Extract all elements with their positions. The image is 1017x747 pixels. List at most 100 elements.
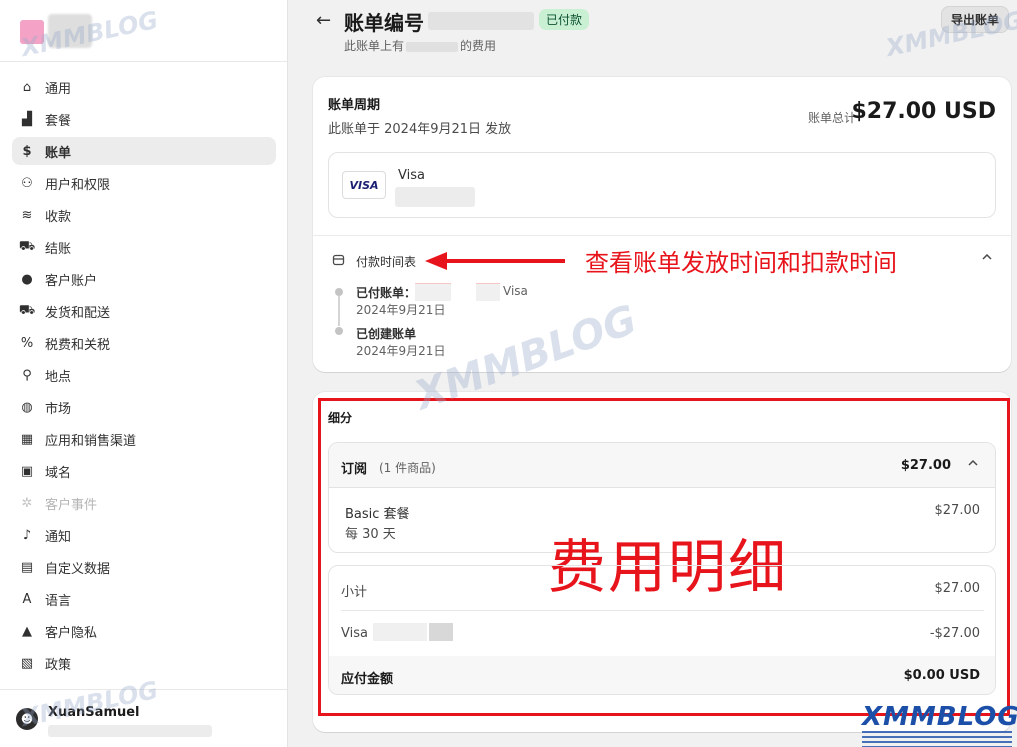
timeline-dot	[335, 288, 343, 296]
sidebar-item-billing[interactable]: $ 账单	[12, 137, 276, 165]
sidebar-item-label: 结账	[45, 241, 72, 257]
sidebar-item-label: 自定义数据	[45, 561, 111, 577]
subscription-name: 订阅	[341, 462, 368, 477]
sidebar-item-label: 通知	[45, 529, 72, 545]
sidebar-item-markets[interactable]: ◍ 市场	[12, 393, 276, 421]
payment-card-redacted	[429, 623, 453, 641]
sidebar-item-label: 地点	[45, 369, 72, 385]
event-title: 已创建账单	[356, 327, 417, 341]
timeline-dot	[335, 327, 343, 335]
chevron-up-icon[interactable]	[981, 251, 993, 267]
subscription-header[interactable]: 订阅 (1 件商品) $27.00	[329, 443, 995, 488]
languages-icon: A	[22, 591, 32, 607]
back-arrow-icon[interactable]: ←	[316, 10, 331, 31]
user-footer[interactable]: ☻ XuanSamuel	[0, 689, 287, 747]
sidebar-item-label: 通用	[45, 81, 72, 97]
breakdown-title: 细分	[328, 411, 353, 425]
users-icon: ⚇	[21, 175, 33, 191]
amount-due-row: 应付金额 $0.00 USD	[329, 656, 995, 694]
markets-icon: ◍	[21, 399, 33, 415]
summary-box: 小计 $27.00 Visa -$27.00 应付金额 $0.00 USD	[328, 565, 996, 695]
plan-name: Basic 套餐	[345, 507, 410, 522]
sidebar-item-checkout[interactable]: ⛟ 结账	[12, 233, 276, 261]
event-method: Visa	[503, 284, 528, 298]
sidebar-item-privacy[interactable]: ▲ 客户隐私	[12, 617, 276, 645]
sidebar-item-location[interactable]: ⚲ 地点	[12, 361, 276, 389]
subscription-count: (1 件商品)	[379, 461, 436, 475]
sidebar-item-domains[interactable]: ▣ 域名	[12, 457, 276, 485]
settings-sidebar: ⌂ 通用 ▟ 套餐 $ 账单 ⚇ 用户和权限 ≋ 收款 ⛟ 结账 ● 客户账户 ⛟ 发货和配送% 税费和关税 ⚲ 地…	[0, 0, 288, 747]
chevron-up-icon[interactable]	[967, 457, 979, 473]
sidebar-item-customer[interactable]: ● 客户账户	[12, 265, 276, 293]
sidebar-item-label: 收款	[45, 209, 72, 225]
store-header[interactable]	[0, 0, 287, 62]
sidebar-item-label: 语言	[45, 593, 72, 609]
plan-amount: $27.00	[934, 503, 981, 518]
apps-icon: ▦	[20, 431, 34, 447]
payment-method-name: Visa	[398, 168, 425, 183]
policies-icon: ▧	[20, 655, 34, 671]
sidebar-item-apps[interactable]: ▦ 应用和销售渠道	[12, 425, 276, 453]
sidebar-item-label: 客户事件	[45, 497, 98, 513]
sidebar-item-label: 市场	[45, 401, 72, 417]
user-name: XuanSamuel	[48, 705, 140, 720]
user-email-redacted	[48, 725, 212, 737]
card-number-redacted	[395, 187, 475, 207]
sidebar-item-shipping[interactable]: ⛟ 发货和配送	[12, 297, 276, 325]
payment-value: -$27.00	[929, 626, 980, 641]
sidebar-item-taxes[interactable]: % 税费和关税	[12, 329, 276, 357]
shipping-icon: ⛟	[18, 302, 36, 318]
user-avatar: ☻	[16, 708, 38, 730]
plan-cycle: 每 30 天	[345, 527, 396, 542]
total-label: 账单总计	[807, 111, 856, 125]
sidebar-item-label: 客户隐私	[45, 625, 98, 641]
sidebar-item-metafields[interactable]: ▤ 自定义数据	[12, 553, 276, 581]
payments-icon: ≋	[21, 207, 33, 223]
sidebar-item-plan[interactable]: ▟ 套餐	[12, 105, 276, 133]
schedule-title[interactable]: 付款时间表	[356, 253, 416, 270]
event-date: 2024年9月21日	[356, 344, 446, 358]
sidebar-item-customer-events[interactable]: ✲ 客户事件	[12, 489, 276, 517]
total-amount: $27.00 USD	[851, 99, 996, 124]
payment-method-box: VISA Visa	[328, 152, 996, 218]
sidebar-item-users[interactable]: ⚇ 用户和权限	[12, 169, 276, 197]
divider	[341, 610, 984, 611]
subtitle-suffix: 的费用	[460, 39, 497, 53]
sidebar-item-label: 域名	[45, 465, 72, 481]
divider	[313, 235, 1011, 236]
payment-label: Visa	[341, 626, 368, 641]
issued-date: 此账单于 2024年9月21日 发放	[328, 122, 512, 137]
sidebar-item-label: 政策	[45, 657, 72, 673]
schedule-annotation: 查看账单发放时间和扣款时间	[585, 249, 897, 277]
subtitle-prefix: 此账单上有	[344, 39, 405, 53]
sidebar-item-notifications[interactable]: ♪ 通知	[12, 521, 276, 549]
period-title: 账单周期	[328, 98, 381, 113]
sidebar-item-label: 用户和权限	[45, 177, 111, 193]
calendar-icon	[332, 253, 345, 270]
bill-summary-card: 账单周期 此账单于 2024年9月21日 发放 账单总计 $27.00 USD …	[313, 77, 1011, 372]
sidebar-item-label: 税费和关税	[45, 337, 111, 353]
sidebar-item-label: 账单	[45, 145, 72, 161]
sidebar-item-payments[interactable]: ≋ 收款	[12, 201, 276, 229]
sidebar-item-policies[interactable]: ▧ 政策	[12, 649, 276, 677]
page-title: 账单编号	[344, 11, 424, 35]
sidebar-item-label: 套餐	[45, 113, 72, 129]
store-avatar	[20, 20, 44, 44]
customer-icon: ●	[21, 271, 33, 287]
export-bill-button[interactable]: 导出账单	[941, 6, 1009, 33]
breakdown-card: 细分 订阅 (1 件商品) $27.00 Basic 套餐 每 30 天 $27…	[313, 392, 1011, 732]
sidebar-item-store[interactable]: ⌂ 通用	[12, 73, 276, 101]
billing-icon: $	[22, 143, 32, 159]
subscription-amount: $27.00	[900, 458, 951, 473]
event-date: 2024年9月21日	[356, 303, 446, 317]
payment-card-redacted	[373, 623, 427, 641]
status-badge: 已付款	[539, 9, 590, 30]
watermark-logo: XMMBLOG	[862, 702, 1017, 732]
location-icon: ⚲	[22, 367, 32, 383]
customer-events-icon: ✲	[21, 495, 33, 511]
visa-logo-icon: VISA	[342, 171, 386, 199]
page-subtitle: 此账单上有 的费用	[344, 37, 496, 54]
paid-ref-redacted	[415, 283, 451, 301]
timeline-line	[338, 296, 340, 326]
sidebar-item-languages[interactable]: A 语言	[12, 585, 276, 613]
